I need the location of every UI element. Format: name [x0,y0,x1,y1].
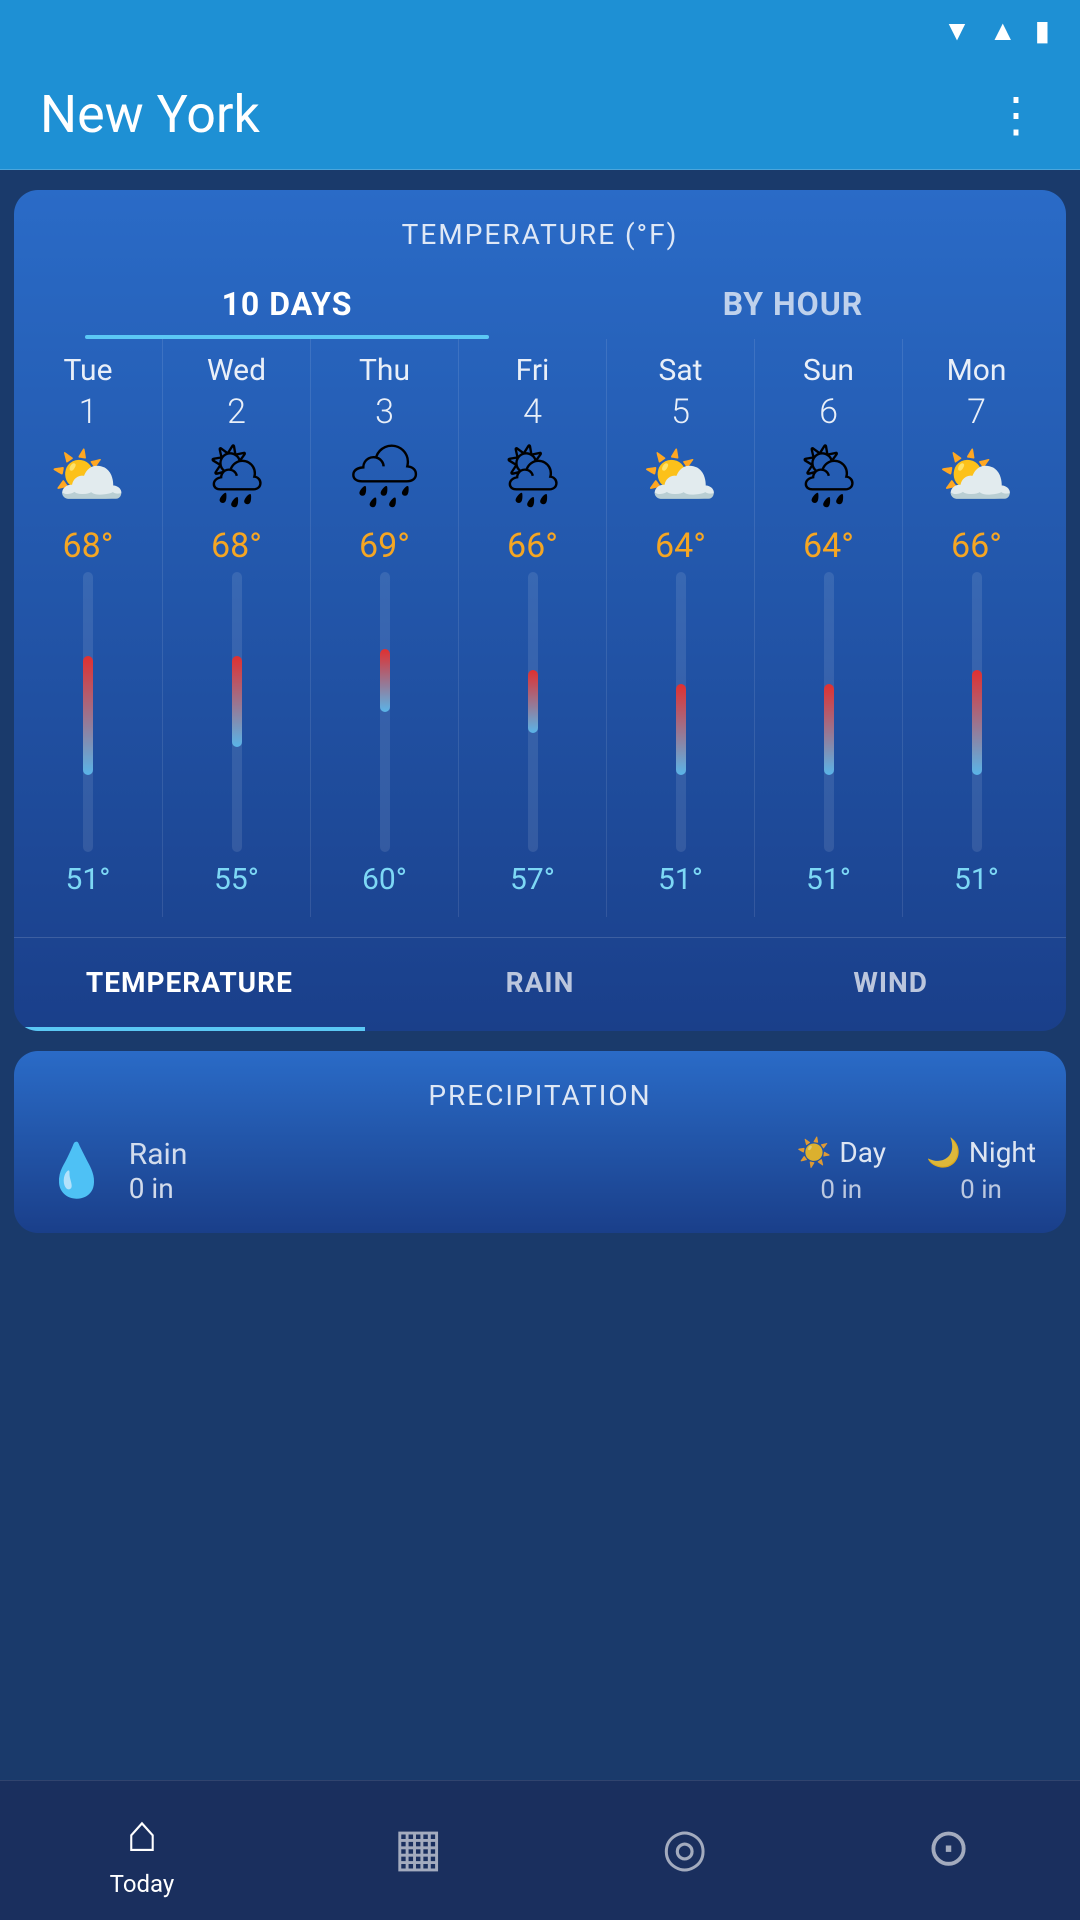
temp-header-label: TEMPERATURE (°F) [14,190,1066,261]
day-name: Fri [516,353,550,388]
temperature-card: TEMPERATURE (°F) 10 DAYS BY HOUR Tue 1 ⛅… [14,190,1066,1031]
day-name: Mon [947,353,1007,388]
day-col-1[interactable]: Wed 2 🌦 68° 55° [162,339,310,917]
day-col-3[interactable]: Fri 4 🌦 66° 57° [458,339,606,917]
nav-today-label: Today [110,1870,175,1898]
day-name: Wed [207,353,266,388]
day-col-0[interactable]: Tue 1 ⛅ 68° 51° [14,339,162,917]
menu-button[interactable]: ⋮ [992,86,1040,143]
precip-label: PRECIPITATION [44,1079,1036,1112]
bottom-nav: ⌂ Today ▦ ◎ ⊙ [0,1780,1080,1920]
temp-high: 66° [951,526,1002,566]
temp-bar [378,572,392,852]
temp-low: 51° [806,862,851,897]
view-tabs: 10 DAYS BY HOUR [34,261,1046,339]
temp-high: 64° [655,526,706,566]
temp-low: 57° [510,862,555,897]
night-precip: 🌙 Night 0 in [926,1136,1036,1205]
weather-icon: ⛅ [938,446,1015,508]
temp-high: 64° [803,526,854,566]
day-name: Tue [64,353,113,388]
day-col-5[interactable]: Sun 6 🌦 64° 51° [754,339,902,917]
day-precip-value: 0 in [820,1175,862,1205]
days-container: Tue 1 ⛅ 68° 51° Wed 2 🌦 68° 55° Thu 3 🌧 … [14,339,1066,917]
temp-low: 51° [66,862,111,897]
day-num: 5 [671,392,690,432]
temp-high: 68° [211,526,262,566]
wifi-icon: ▼ [943,14,971,47]
sun-icon: ☀️ [797,1136,832,1169]
app-bar: New York ⋮ [0,60,1080,170]
temp-bar [674,572,688,852]
precip-left: 💧 Rain 0 in [44,1137,187,1205]
weather-icon: ⛅ [49,446,126,508]
temp-bar [526,572,540,852]
weather-icon: 🌦 [197,446,276,508]
day-col-2[interactable]: Thu 3 🌧 69° 60° [310,339,458,917]
nav-calendar[interactable]: ▦ [374,1807,463,1894]
city-title: New York [40,84,260,145]
weather-icon: 🌦 [493,446,572,508]
battery-icon: ▮ [1035,14,1050,47]
tab-byhour[interactable]: BY HOUR [540,261,1046,339]
tab-10days[interactable]: 10 DAYS [34,261,540,339]
temp-low: 60° [362,862,407,897]
day-num: 6 [819,392,838,432]
temp-bar [230,572,244,852]
metric-wind[interactable]: WIND [715,938,1066,1031]
temp-bar [81,572,95,852]
weather-icon: 🌧 [345,446,424,508]
day-col-4[interactable]: Sat 5 ⛅ 64° 51° [606,339,754,917]
nav-radar[interactable]: ◎ [642,1807,727,1894]
signal-icon: ▲ [989,14,1017,47]
raindrop-icon: 💧 [44,1140,109,1201]
day-num: 2 [227,392,246,432]
weather-icon: ⛅ [642,446,719,508]
temp-bar [970,572,984,852]
day-num: 3 [375,392,394,432]
day-name: Sat [659,353,703,388]
status-bar: ▼ ▲ ▮ [0,0,1080,60]
temp-high: 66° [507,526,558,566]
radar-icon: ◎ [662,1817,707,1878]
temp-bar [822,572,836,852]
temp-high: 68° [63,526,114,566]
day-num: 1 [79,392,98,432]
day-name: Sun [803,353,854,388]
weather-icon: 🌦 [789,446,868,508]
metric-rain[interactable]: RAIN [365,938,716,1031]
temp-low: 55° [214,862,259,897]
precip-row: 💧 Rain 0 in ☀️ Day 0 in 🌙 Night 0 in [44,1136,1036,1205]
precipitation-card: PRECIPITATION 💧 Rain 0 in ☀️ Day 0 in 🌙 … [14,1051,1066,1233]
nav-location[interactable]: ⊙ [907,1807,991,1894]
precip-right: ☀️ Day 0 in 🌙 Night 0 in [797,1136,1037,1205]
temp-high: 69° [359,526,410,566]
calendar-icon: ▦ [394,1817,443,1878]
metric-tabs: TEMPERATURE RAIN WIND [14,937,1066,1031]
temp-low: 51° [658,862,703,897]
day-num: 7 [967,392,986,432]
days-scroll[interactable]: Tue 1 ⛅ 68° 51° Wed 2 🌦 68° 55° Thu 3 🌧 … [14,339,1066,927]
location-icon: ⊙ [927,1817,971,1878]
day-num: 4 [523,392,542,432]
day-col-6[interactable]: Mon 7 ⛅ 66° 51° [902,339,1050,917]
rain-value: 0 in [129,1172,188,1205]
temp-low: 51° [954,862,999,897]
home-icon: ⌂ [126,1803,157,1864]
night-precip-value: 0 in [960,1175,1002,1205]
day-name: Thu [359,353,410,388]
moon-icon: 🌙 [926,1136,961,1169]
metric-temperature[interactable]: TEMPERATURE [14,938,365,1031]
day-precip: ☀️ Day 0 in [797,1136,887,1205]
rain-label: Rain [129,1137,188,1172]
nav-today[interactable]: ⌂ Today [90,1793,195,1908]
